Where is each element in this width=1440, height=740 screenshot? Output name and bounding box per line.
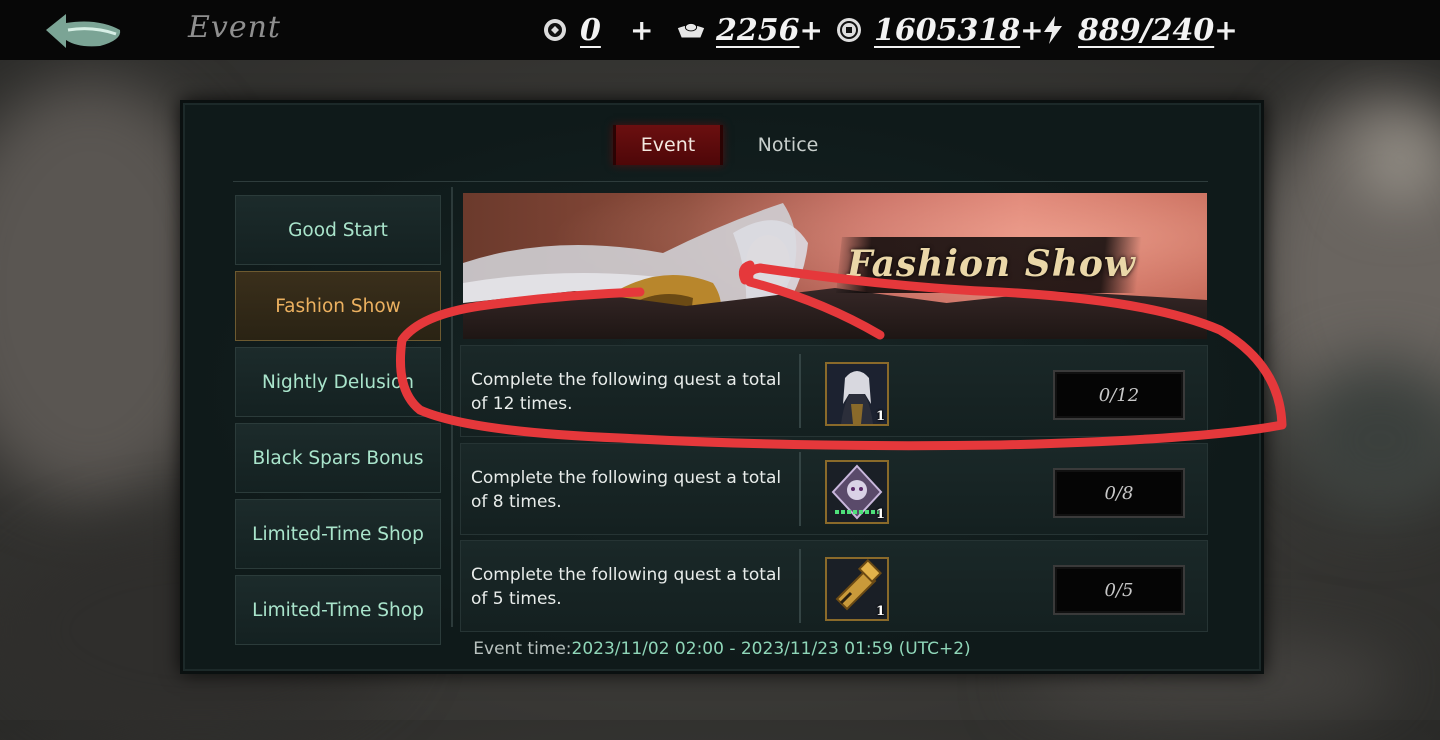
divider — [799, 452, 801, 526]
tab-bar: Event Notice — [613, 125, 853, 165]
banner-title: Fashion Show — [847, 243, 1136, 285]
quest-progress: 0/12 — [1053, 370, 1185, 420]
sidebar-item-nightly-delusion[interactable]: Nightly Delusion — [235, 347, 441, 417]
quest-description: Complete the following quest a total of … — [471, 370, 782, 414]
quest-description: Complete the following quest a total of … — [471, 565, 782, 609]
divider — [451, 187, 453, 627]
quest-row: Complete the following quest a total of … — [460, 443, 1208, 535]
quest-row: Complete the following quest a total of … — [460, 345, 1208, 437]
add-resource-button[interactable]: + — [630, 14, 653, 47]
divider — [233, 181, 1208, 182]
resource-coin-badge[interactable]: 0 + — [540, 10, 653, 50]
event-panel: Event Notice Good Start Fashion Show Nig… — [180, 100, 1264, 674]
back-arrow-icon[interactable] — [38, 8, 128, 54]
reward-count: 1 — [875, 604, 885, 619]
sidebar-item-fashion-show[interactable]: Fashion Show — [235, 271, 441, 341]
character-costume-icon[interactable]: 1 — [825, 362, 889, 426]
quest-row: Complete the following quest a total of … — [460, 540, 1208, 632]
resource-value: 889/240 — [1078, 12, 1215, 48]
tab-event[interactable]: Event — [613, 125, 723, 165]
quest-description: Complete the following quest a total of … — [471, 468, 782, 512]
resource-stamina[interactable]: 889/240 + — [1038, 10, 1238, 50]
sidebar-item-limited-time-shop[interactable]: Limited-Time Shop — [235, 499, 441, 569]
event-sidebar: Good Start Fashion Show Nightly Delusion… — [235, 195, 445, 651]
silver-coin-icon — [834, 15, 864, 45]
resource-ingot[interactable]: 2256 + — [676, 10, 823, 50]
top-bar: Event 0 + 2256 + 1605318 + 889/240 + — [0, 0, 1440, 60]
sidebar-item-limited-time-shop-2[interactable]: Limited-Time Shop — [235, 575, 441, 645]
event-banner: Fashion Show — [463, 193, 1207, 339]
tab-notice[interactable]: Notice — [723, 125, 853, 165]
golden-hammer-icon[interactable]: 1 — [825, 557, 889, 621]
resource-silver[interactable]: 1605318 + — [834, 10, 1044, 50]
reward-count: 1 — [875, 507, 885, 522]
resource-value: 2256 — [716, 12, 800, 48]
lightning-icon — [1038, 15, 1068, 45]
event-time: Event time:2023/11/02 02:00 - 2023/11/23… — [183, 639, 1261, 659]
divider — [799, 354, 801, 428]
event-time-range: 2023/11/02 02:00 - 2023/11/23 01:59 (UTC… — [571, 639, 971, 659]
resource-value: 1605318 — [874, 12, 1021, 48]
add-resource-button[interactable]: + — [800, 14, 823, 47]
reward-count: 1 — [875, 409, 885, 424]
add-resource-button[interactable]: + — [1214, 14, 1237, 47]
coin-badge-icon — [540, 15, 570, 45]
quest-progress: 0/8 — [1053, 468, 1185, 518]
resource-value: 0 — [580, 12, 601, 48]
purple-gem-icon[interactable]: 1 — [825, 460, 889, 524]
divider — [799, 549, 801, 623]
page-title: Event — [188, 10, 281, 45]
event-time-label: Event time: — [473, 639, 572, 659]
quest-progress: 0/5 — [1053, 565, 1185, 615]
sidebar-item-black-spars-bonus[interactable]: Black Spars Bonus — [235, 423, 441, 493]
ingot-icon — [676, 15, 706, 45]
sidebar-item-good-start[interactable]: Good Start — [235, 195, 441, 265]
